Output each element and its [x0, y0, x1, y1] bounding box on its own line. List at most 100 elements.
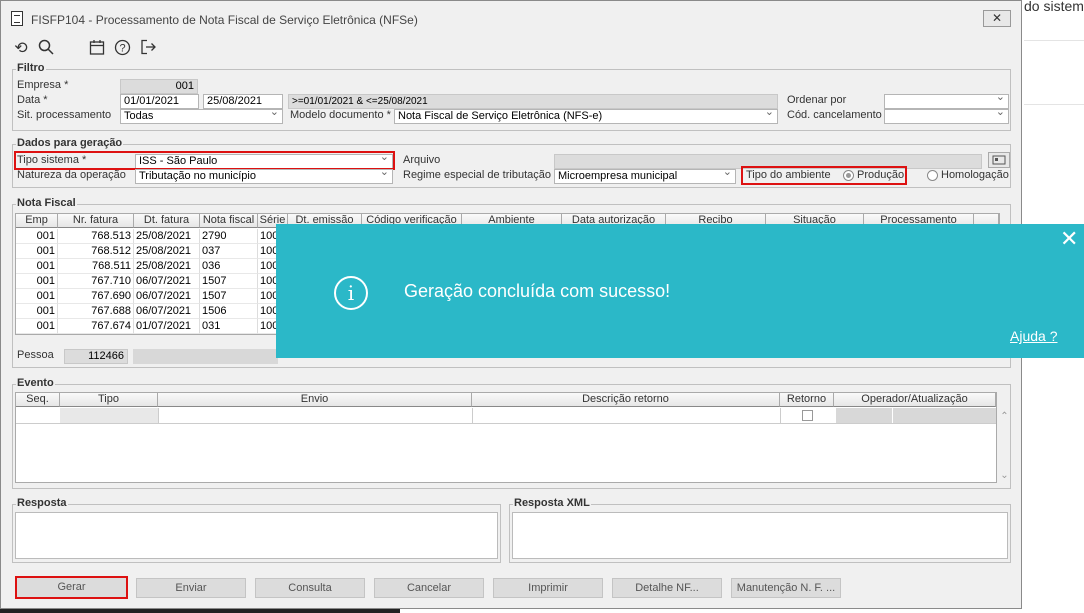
table-cell: 25/08/2021	[134, 259, 200, 274]
table-row[interactable]: 001 767.674 01/07/2021 031 100	[16, 319, 288, 334]
table-cell: 001	[16, 319, 58, 334]
background-divider	[1024, 104, 1084, 105]
table-cell: 06/07/2021	[134, 304, 200, 319]
window-close-button[interactable]: ✕	[983, 10, 1011, 27]
homologacao-radio[interactable]	[927, 170, 938, 181]
table-cell: 767.710	[58, 274, 134, 289]
document-icon	[11, 11, 23, 26]
table-row[interactable]: 001 768.513 25/08/2021 2790 100	[16, 229, 288, 244]
ordenar-por-label: Ordenar por	[787, 94, 847, 106]
column-divider	[158, 408, 159, 423]
cod-cancelamento-label: Cód. cancelamento	[787, 109, 882, 121]
undo-icon[interactable]: ⟲	[11, 39, 31, 59]
scroll-down-icon[interactable]: ⌄	[998, 470, 1011, 481]
table-cell: 768.512	[58, 244, 134, 259]
table-cell: 1507	[200, 289, 258, 304]
info-icon: i	[334, 276, 368, 310]
column-divider	[780, 408, 781, 423]
table-row[interactable]: 001 768.511 25/08/2021 036 100	[16, 259, 288, 274]
detalhe-nf-button[interactable]: Detalhe NF...	[612, 578, 722, 598]
manutencao-nf-button[interactable]: Manutenção N. F. ...	[731, 578, 841, 598]
resposta-xml-title: Resposta XML	[513, 497, 591, 509]
table-cell: 767.674	[58, 319, 134, 334]
svg-text:?: ?	[119, 43, 125, 55]
toast-help-link[interactable]: Ajuda ?	[1010, 328, 1057, 344]
table-cell: 2790	[200, 229, 258, 244]
table-cell: 767.690	[58, 289, 134, 304]
tipo-ambiente-label: Tipo do ambiente	[746, 169, 831, 181]
producao-label: Produção	[857, 169, 905, 181]
cancelar-button[interactable]: Cancelar	[374, 578, 484, 598]
table-cell	[836, 408, 892, 423]
enviar-button[interactable]: Enviar	[136, 578, 246, 598]
window-title: FISFP104 - Processamento de Nota Fiscal …	[31, 13, 418, 27]
evento-table[interactable]: Seq. Tipo Envio Descrição retorno Retorn…	[15, 392, 1009, 483]
title-bar: FISFP104 - Processamento de Nota Fiscal …	[1, 1, 1021, 35]
column-header[interactable]: Seq.	[16, 393, 60, 407]
vertical-scrollbar[interactable]: ⌃ ⌄	[998, 409, 1011, 483]
help-icon[interactable]: ?	[112, 39, 132, 59]
regime-especial-select[interactable]: Microempresa municipal	[554, 169, 736, 184]
data-from-field[interactable]: 01/01/2021	[120, 94, 199, 109]
table-row[interactable]: 001 768.512 25/08/2021 037 100	[16, 244, 288, 259]
column-header[interactable]: Operador/Atualização	[834, 393, 996, 407]
ordenar-por-select[interactable]	[884, 94, 1009, 109]
table-row[interactable]: 001 767.690 06/07/2021 1507 100	[16, 289, 288, 304]
producao-radio[interactable]	[843, 170, 854, 181]
geracao-title: Dados para geração	[16, 137, 124, 149]
data-label: Data *	[17, 94, 48, 106]
scroll-up-icon[interactable]: ⌃	[998, 411, 1011, 422]
natureza-operacao-select[interactable]: Tributação no município	[135, 169, 393, 184]
table-row[interactable]: 001 767.710 06/07/2021 1507 100	[16, 274, 288, 289]
data-to-field[interactable]: 25/08/2021	[203, 94, 283, 109]
imprimir-button[interactable]: Imprimir	[493, 578, 603, 598]
resposta-xml-textarea[interactable]	[512, 512, 1008, 559]
sit-processamento-select[interactable]: Todas	[120, 109, 283, 124]
column-header[interactable]: Retorno	[780, 393, 834, 407]
toast-close-icon[interactable]: ✕	[1060, 228, 1078, 250]
data-expression-field: >=01/01/2021 & <=25/08/2021	[288, 94, 778, 109]
table-cell: 06/07/2021	[134, 274, 200, 289]
table-cell: 767.688	[58, 304, 134, 319]
table-cell: 001	[16, 244, 58, 259]
column-header[interactable]: Nota fiscal	[200, 214, 258, 228]
consulta-button[interactable]: Consulta	[255, 578, 365, 598]
calendar-icon[interactable]	[87, 39, 107, 59]
search-icon[interactable]	[36, 39, 56, 59]
sit-processamento-label: Sit. processamento	[17, 109, 112, 121]
table-row[interactable]	[16, 408, 996, 424]
table-cell: 001	[16, 304, 58, 319]
table-row[interactable]: 001 767.688 06/07/2021 1506 100	[16, 304, 288, 319]
empresa-field[interactable]: 001	[120, 79, 198, 94]
exit-icon[interactable]	[138, 39, 158, 59]
column-header[interactable]: Emp	[16, 214, 58, 228]
column-header[interactable]: Envio	[158, 393, 472, 407]
regime-especial-label: Regime especial de tributação	[403, 169, 551, 181]
column-header[interactable]: Tipo	[60, 393, 158, 407]
retorno-checkbox[interactable]	[802, 410, 813, 421]
file-browse-icon[interactable]	[988, 152, 1010, 168]
column-header[interactable]: Dt. fatura	[134, 214, 200, 228]
table-cell: 001	[16, 274, 58, 289]
cod-cancelamento-select[interactable]	[884, 109, 1009, 124]
modelo-documento-select[interactable]: Nota Fiscal de Serviço Eletrônica (NFS-e…	[394, 109, 778, 124]
table-cell: 25/08/2021	[134, 244, 200, 259]
nota-fiscal-title: Nota Fiscal	[16, 197, 77, 209]
column-header[interactable]: Descrição retorno	[472, 393, 780, 407]
column-divider	[472, 408, 473, 423]
table-cell: 037	[200, 244, 258, 259]
column-header[interactable]: Nr. fatura	[58, 214, 134, 228]
resposta-textarea[interactable]	[15, 512, 498, 559]
toast-message: Geração concluída com sucesso!	[404, 281, 671, 301]
table-cell: 01/07/2021	[134, 319, 200, 334]
resposta-title: Resposta	[16, 497, 68, 509]
table-cell: 1506	[200, 304, 258, 319]
table-cell: 1507	[200, 274, 258, 289]
pessoa-field[interactable]: 112466	[64, 349, 128, 364]
table-cell: 031	[200, 319, 258, 334]
arquivo-label: Arquivo	[403, 154, 441, 166]
table-cell: 768.511	[58, 259, 134, 274]
table-cell: 001	[16, 229, 58, 244]
gerar-button[interactable]: Gerar	[15, 576, 128, 599]
table-cell: 06/07/2021	[134, 289, 200, 304]
